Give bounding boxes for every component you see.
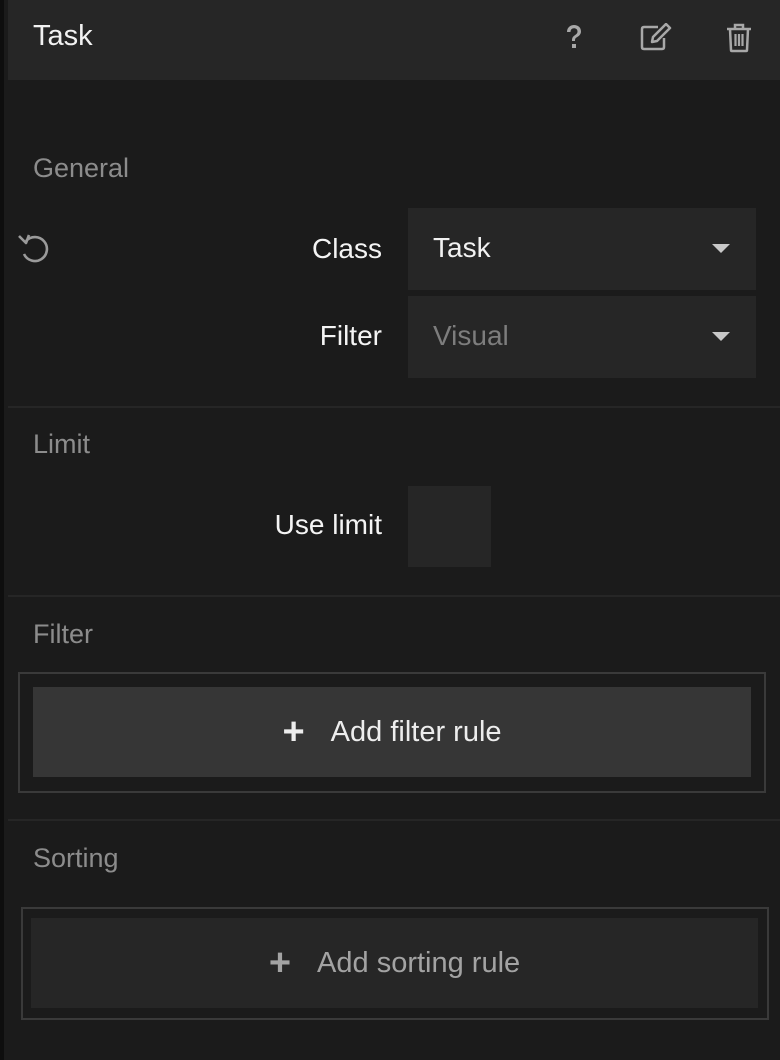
section-label-sorting: Sorting [33,843,119,873]
section-label-general: General [33,153,130,183]
section-divider [8,595,780,597]
plus-icon: + [268,942,292,984]
edit-icon[interactable] [636,18,676,58]
filter-label: Filter [319,320,382,351]
section-divider [8,819,780,821]
panel-header: Task [8,0,780,80]
section-divider [8,406,780,408]
section-label-filter: Filter [33,619,93,649]
section-label-limit: Limit [33,429,91,459]
class-label: Class [311,233,382,264]
class-select-value: Task [433,232,491,263]
use-limit-checkbox[interactable] [408,486,491,567]
filter-select-value: Visual [433,320,509,351]
help-icon[interactable] [554,18,594,58]
add-filter-rule-button[interactable]: + Add filter rule [33,687,751,777]
panel-title: Task [33,20,93,52]
panel-left-edge [0,0,4,1060]
add-sorting-rule-label: Add sorting rule [317,946,521,979]
chevron-down-icon [712,244,730,253]
reset-icon[interactable] [17,232,53,271]
use-limit-label: Use limit [274,509,382,540]
trash-icon[interactable] [719,18,759,58]
add-sorting-rule-button[interactable]: + Add sorting rule [31,918,758,1008]
plus-icon: + [282,711,305,753]
class-select[interactable]: Task [408,208,756,290]
add-filter-rule-label: Add filter rule [330,715,502,748]
chevron-down-icon [712,332,730,341]
filter-select[interactable]: Visual [408,296,756,378]
